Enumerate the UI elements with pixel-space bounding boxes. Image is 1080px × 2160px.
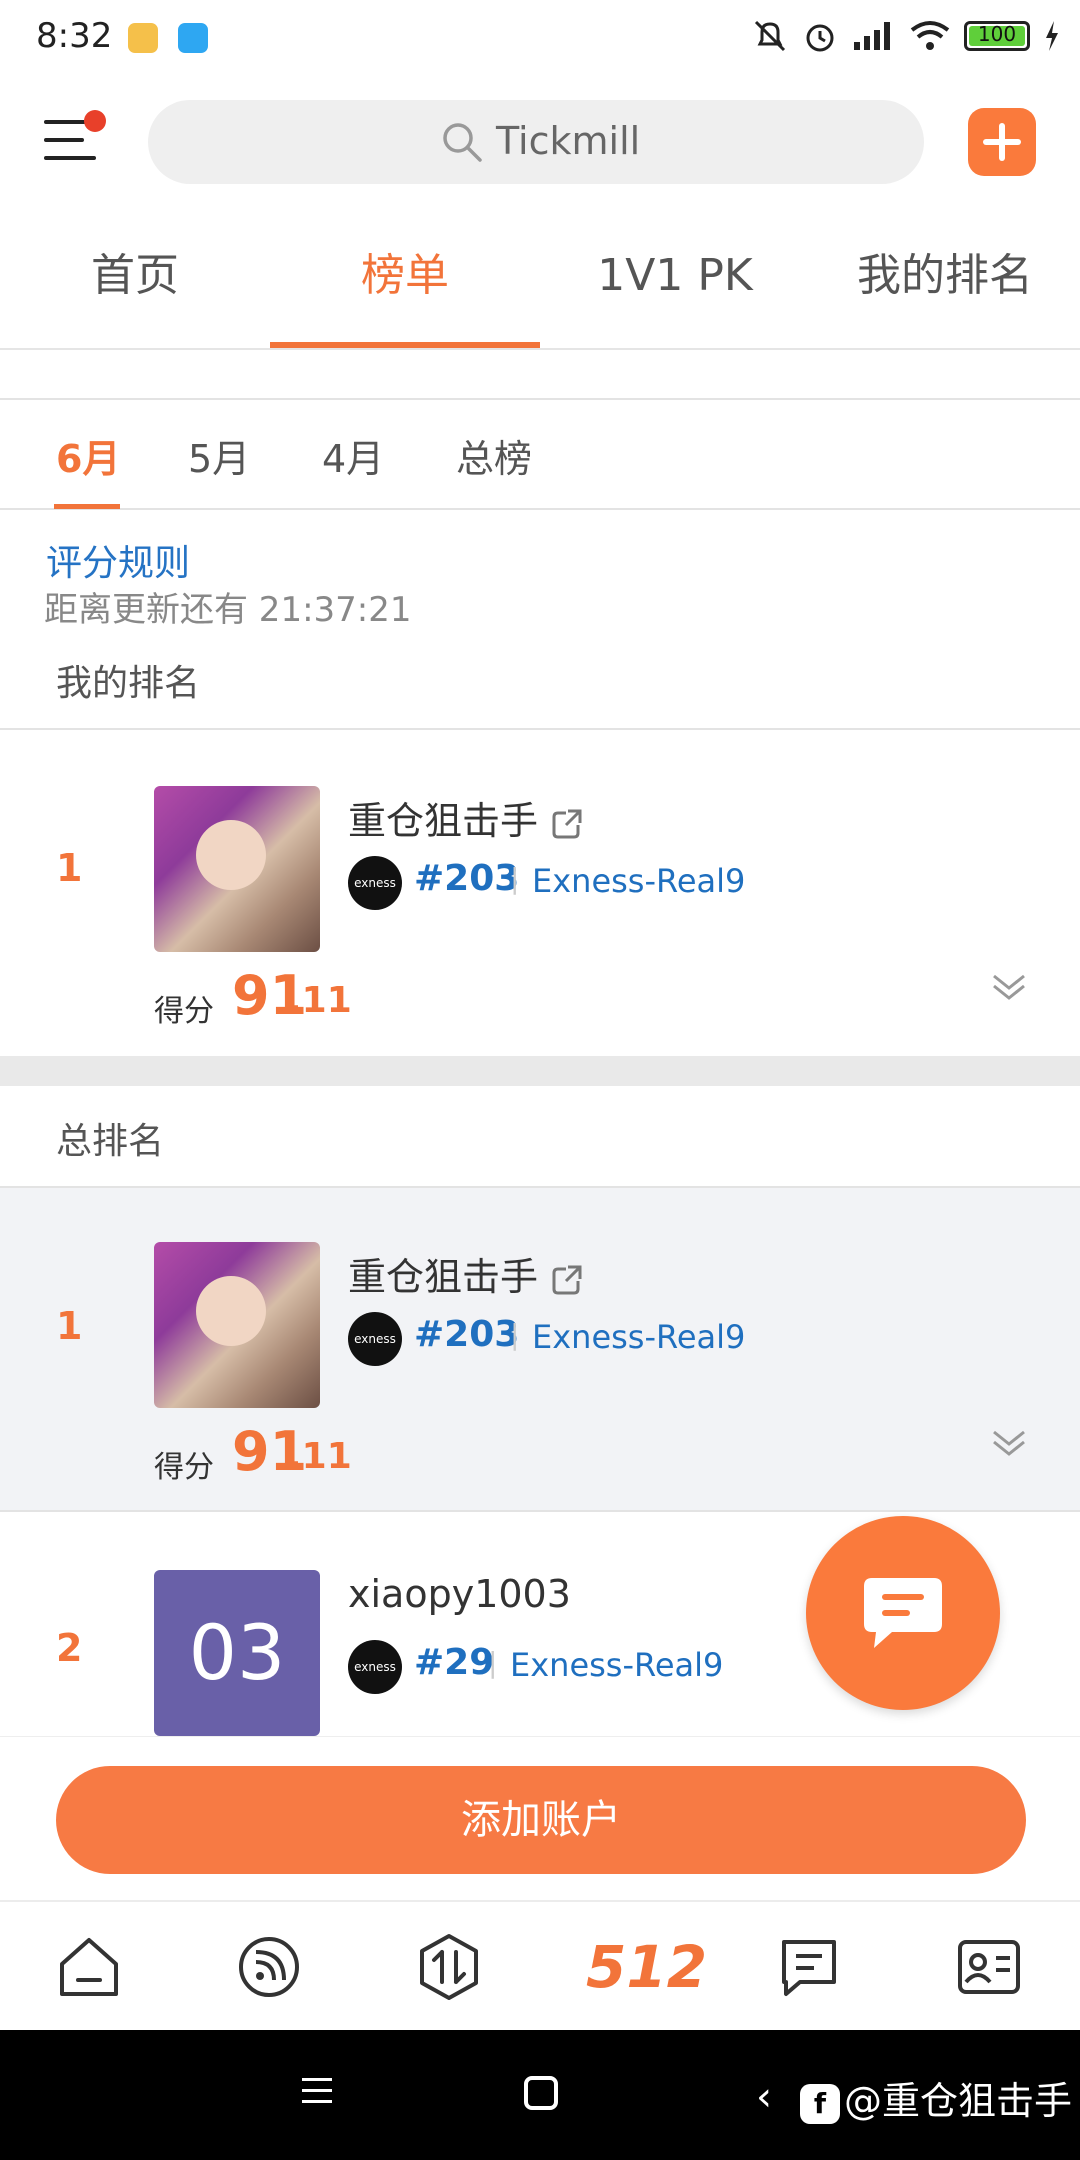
- tab-home[interactable]: 首页: [0, 230, 270, 348]
- server-name: Exness-Real9: [510, 1646, 724, 1684]
- bottom-nav: 512: [0, 1900, 1080, 2030]
- score-decimal: .11: [288, 980, 352, 1021]
- rank-512-icon[interactable]: 512: [586, 1932, 707, 2002]
- app-notification-icon: [128, 23, 158, 53]
- recents-icon[interactable]: [300, 2076, 334, 2106]
- menu-button[interactable]: [40, 110, 106, 168]
- trader-name-text: 重仓狙击手: [348, 799, 539, 843]
- account-id: #29: [414, 1642, 495, 1683]
- exness-logo: exness: [348, 856, 402, 910]
- plus-icon: [983, 123, 1021, 161]
- add-button[interactable]: [968, 108, 1036, 176]
- tab-overall[interactable]: 总榜: [456, 428, 532, 483]
- exness-logo: exness: [348, 1640, 402, 1694]
- watermark-logo: f: [800, 2083, 840, 2124]
- tab-may[interactable]: 5月: [188, 428, 250, 483]
- profile-card-icon[interactable]: [954, 1932, 1024, 2002]
- total-rank-row[interactable]: 1 重仓狙击手 exness #203 | Exness-Real9 得分 91…: [0, 1188, 1080, 1512]
- status-icons: 100: [752, 18, 1060, 54]
- trader-name[interactable]: 重仓狙击手: [348, 1246, 584, 1301]
- account-id: #203: [414, 858, 520, 899]
- search-icon: [443, 123, 482, 162]
- chat-button[interactable]: [806, 1516, 1000, 1710]
- exchange-icon[interactable]: [414, 1932, 484, 2002]
- rank-number: 1: [56, 846, 83, 890]
- system-nav-bar: ‹ f @重仓狙击手: [0, 2030, 1080, 2160]
- account-id: #203: [414, 1314, 520, 1355]
- server-name: Exness-Real9: [532, 1318, 746, 1356]
- score-label: 得分: [154, 994, 214, 1029]
- signal-icon: [854, 22, 890, 50]
- scoring-rules-link[interactable]: 评分规则: [46, 534, 190, 586]
- nav-512-label: 512: [586, 1933, 708, 2001]
- status-time: 8:32: [36, 16, 113, 56]
- tab-my-ranking[interactable]: 我的排名: [810, 230, 1080, 348]
- external-link-icon[interactable]: [550, 1263, 584, 1297]
- watermark-text: @重仓狙击手: [844, 2079, 1073, 2123]
- feed-icon[interactable]: [234, 1932, 304, 2002]
- battery-level: 100: [977, 22, 1017, 46]
- rank-number: 2: [56, 1626, 83, 1670]
- month-tabs: 6月 5月 4月 总榜: [0, 402, 1080, 510]
- section-divider: [0, 1056, 1080, 1086]
- home-icon[interactable]: [54, 1932, 124, 2002]
- chevron-down-icon[interactable]: [990, 1426, 1028, 1460]
- wifi-icon: [910, 21, 950, 50]
- cloud-notification-icon: [178, 23, 208, 53]
- avatar-photo: [154, 1242, 320, 1408]
- trader-name-text: 重仓狙击手: [348, 1255, 539, 1299]
- avatar-photo: [154, 786, 320, 952]
- add-account-button[interactable]: 添加账户: [56, 1766, 1026, 1874]
- server-name: Exness-Real9: [532, 862, 746, 900]
- mute-icon: [754, 20, 786, 52]
- trader-name[interactable]: xiaopy1003: [348, 1572, 571, 1616]
- notification-dot: [84, 110, 106, 132]
- score-label: 得分: [154, 1450, 214, 1485]
- avatar: 03: [154, 1570, 320, 1736]
- separator: |: [510, 1318, 520, 1351]
- separator: |: [510, 862, 520, 895]
- external-link-icon[interactable]: [550, 807, 584, 841]
- score-decimal: .11: [288, 1436, 352, 1477]
- tab-june[interactable]: 6月: [56, 428, 120, 483]
- avatar: [154, 1242, 320, 1408]
- status-bar: 8:32 100: [0, 0, 1080, 78]
- separator: |: [488, 1646, 498, 1679]
- back-icon[interactable]: ‹: [756, 2074, 772, 2120]
- update-countdown: 距离更新还有 21:37:21: [44, 590, 412, 630]
- chat-icon: [864, 1578, 942, 1648]
- active-tab-indicator: [54, 504, 120, 509]
- chevron-down-icon[interactable]: [990, 970, 1028, 1004]
- search-placeholder: Tickmill: [496, 119, 641, 163]
- divider: [0, 352, 1080, 400]
- rank-number: 1: [56, 1304, 83, 1348]
- search-input[interactable]: Tickmill: [148, 100, 924, 184]
- top-tabs: 首页 榜单 1V1 PK 我的排名: [0, 230, 1080, 350]
- battery-icon: 100: [964, 21, 1030, 51]
- my-rank-section-title: 我的排名: [56, 663, 201, 704]
- tab-leaderboard[interactable]: 榜单: [270, 230, 540, 348]
- watermark: f @重仓狙击手: [800, 2070, 1072, 2125]
- home-nav-icon[interactable]: [524, 2076, 558, 2110]
- avatar: [154, 786, 320, 952]
- total-rank-section-title: 总排名: [56, 1121, 165, 1162]
- charging-icon: [1046, 21, 1058, 51]
- exness-logo: exness: [348, 1312, 402, 1366]
- tab-april[interactable]: 4月: [322, 428, 384, 483]
- message-icon[interactable]: [774, 1932, 844, 2002]
- alarm-icon: [806, 24, 834, 52]
- my-rank-card[interactable]: 1 重仓狙击手 exness #203 | Exness-Real9 得分 91…: [0, 730, 1080, 1056]
- tab-1v1-pk[interactable]: 1V1 PK: [540, 230, 810, 348]
- trader-name[interactable]: 重仓狙击手: [348, 790, 584, 845]
